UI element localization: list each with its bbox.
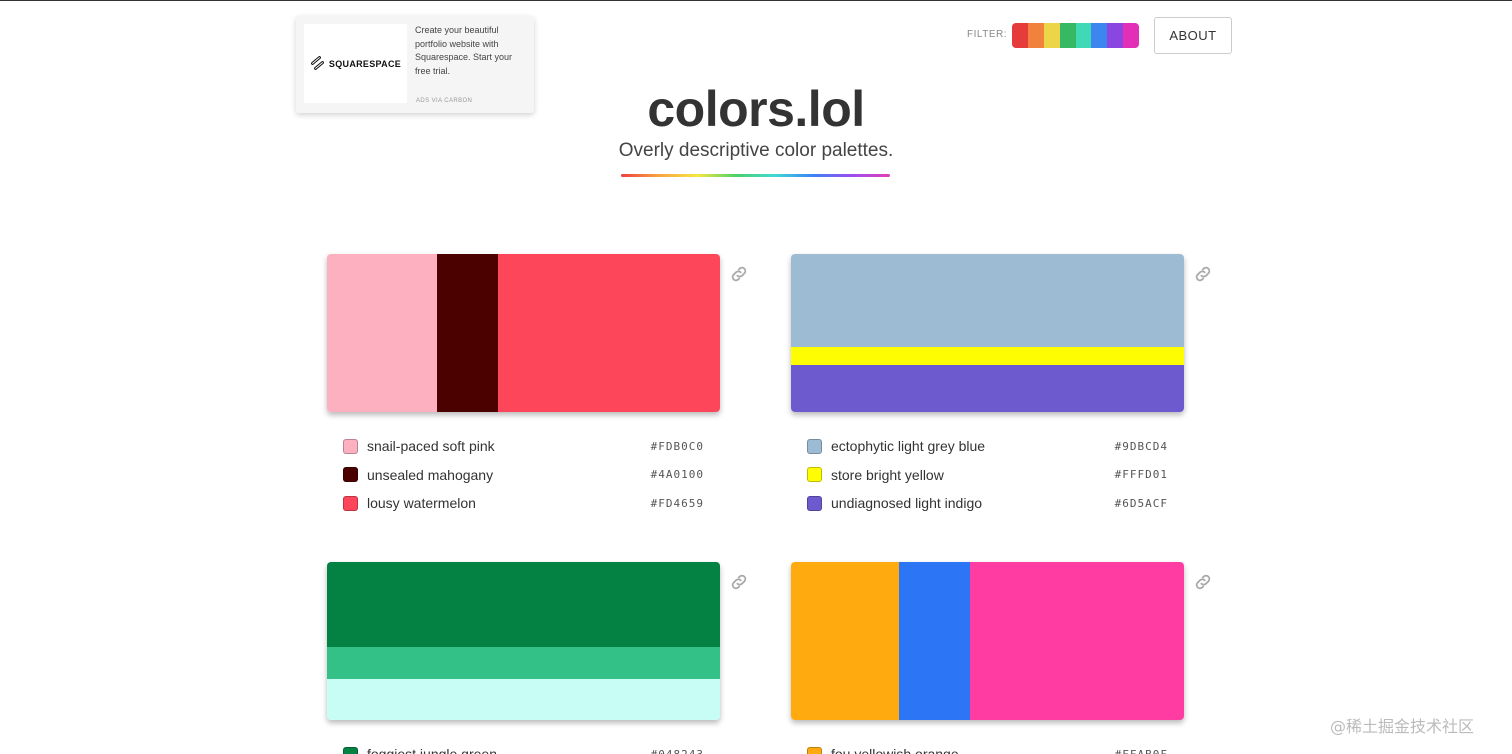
filter-color-4[interactable] [1075, 23, 1092, 48]
color-name: ectophytic light grey blue [831, 438, 986, 455]
color-row[interactable]: fou yellowish orange #FFAB0F [807, 740, 1168, 754]
link-icon[interactable] [729, 572, 749, 592]
filter-color-bar[interactable] [1012, 23, 1140, 48]
palette-swatch[interactable] [327, 678, 720, 720]
color-chip [807, 495, 822, 511]
color-list: foggiest jungle green #048243 [343, 740, 704, 754]
color-row[interactable]: ectophytic light grey blue #9DBCD4 [807, 432, 1168, 461]
palette-swatches[interactable] [791, 254, 1184, 412]
filter-color-1[interactable] [1027, 23, 1044, 48]
color-row[interactable]: undiagnosed light indigo #6D5ACF [807, 489, 1168, 518]
filter-color-2[interactable] [1043, 23, 1060, 48]
color-hex[interactable]: #FDB0C0 [651, 440, 704, 453]
filter-color-0[interactable] [1012, 23, 1028, 48]
color-hex[interactable]: #FFFD01 [1115, 468, 1168, 481]
link-icon[interactable] [1193, 572, 1213, 592]
page-subtitle: Overly descriptive color palettes. [618, 140, 894, 161]
palette-swatch[interactable] [791, 254, 1184, 348]
palette-swatch[interactable] [791, 347, 1184, 366]
link-icon[interactable] [729, 264, 749, 284]
ad-text[interactable]: Create your beautiful portfolio website … [415, 24, 523, 78]
palette-swatch[interactable] [791, 365, 1184, 412]
rainbow-divider [621, 174, 890, 177]
color-chip [807, 467, 822, 483]
color-list: snail-paced soft pink #FDB0C0 unsealed mah… [343, 432, 704, 518]
ad-logo-text: SQUARESPACE [328, 58, 402, 69]
color-row[interactable]: store bright yellow #FFFD01 [807, 461, 1168, 490]
color-hex[interactable]: #048243 [651, 748, 704, 754]
color-name: undiagnosed light indigo [831, 495, 983, 512]
color-name: fou yellowish orange [831, 746, 959, 754]
color-list: ectophytic light grey blue #9DBCD4 store b… [807, 432, 1168, 518]
palette-swatches[interactable] [327, 562, 720, 720]
color-hex[interactable]: #FD4659 [651, 497, 704, 510]
palette-swatch[interactable] [327, 254, 438, 412]
palette-swatch[interactable] [327, 562, 720, 648]
filter-color-7[interactable] [1123, 23, 1140, 48]
palette-swatches[interactable] [791, 562, 1184, 720]
color-list: fou yellowish orange #FFAB0F [807, 740, 1168, 754]
palette-swatch[interactable] [899, 562, 970, 720]
filter-label: FILTER: [967, 29, 1007, 40]
filter-color-6[interactable] [1107, 23, 1124, 48]
color-row[interactable]: snail-paced soft pink #FDB0C0 [343, 432, 704, 461]
palette-swatch[interactable] [437, 254, 498, 412]
color-hex[interactable]: #6D5ACF [1115, 497, 1168, 510]
color-row[interactable]: lousy watermelon #FD4659 [343, 489, 704, 518]
color-name: store bright yellow [831, 466, 944, 483]
color-row[interactable]: unsealed mahogany #4A0100 [343, 461, 704, 490]
color-chip [807, 746, 822, 754]
page-title: colors.lol [647, 81, 865, 137]
color-name: foggiest jungle green [367, 746, 497, 754]
palette-swatch[interactable] [969, 562, 1184, 720]
color-name: unsealed mahogany [367, 466, 494, 483]
color-chip [343, 495, 358, 511]
palette-swatch[interactable] [497, 254, 720, 412]
color-hex[interactable]: #4A0100 [651, 468, 704, 481]
squarespace-logo-icon [310, 54, 325, 71]
color-chip [343, 438, 358, 454]
watermark: @稀土掘金技术社区 [1330, 717, 1475, 736]
about-button[interactable]: ABOUT [1154, 17, 1232, 54]
palette-swatch[interactable] [791, 562, 900, 720]
color-name: lousy watermelon [367, 495, 476, 512]
color-chip [807, 438, 822, 454]
color-hex[interactable]: #FFAB0F [1115, 748, 1168, 754]
link-icon[interactable] [1193, 264, 1213, 284]
color-name: snail-paced soft pink [367, 438, 495, 455]
color-hex[interactable]: #9DBCD4 [1115, 440, 1168, 453]
color-row[interactable]: foggiest jungle green #048243 [343, 740, 704, 754]
palette-swatch[interactable] [327, 647, 720, 679]
palette-swatches[interactable] [327, 254, 720, 412]
color-chip [343, 746, 358, 754]
filter-color-3[interactable] [1059, 23, 1076, 48]
filter-color-5[interactable] [1091, 23, 1108, 48]
color-chip [343, 467, 358, 483]
